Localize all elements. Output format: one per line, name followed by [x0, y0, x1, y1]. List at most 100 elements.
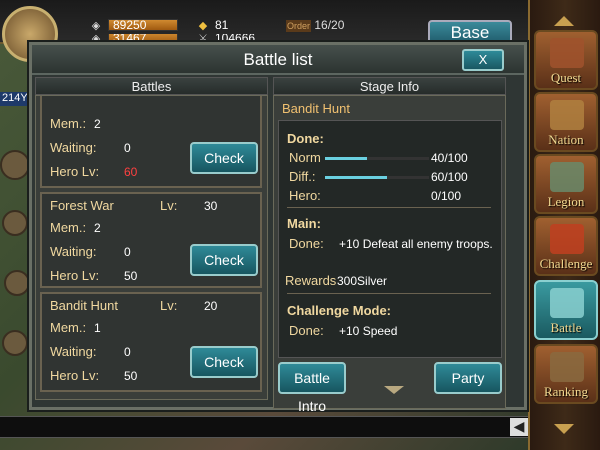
main-done-text: +10 Defeat all enemy troops.	[339, 237, 493, 251]
battle-card[interactable]: Forest War Lv: 30 Mem.: 2 Waiting: 0 Her…	[40, 192, 262, 288]
order-counter: Order 16/20	[286, 18, 344, 32]
waiting-label: Waiting:	[50, 244, 97, 259]
party-button[interactable]: Party	[434, 362, 502, 394]
waiting-label: Waiting:	[50, 140, 97, 155]
waiting-value: 0	[124, 345, 131, 359]
stage-details[interactable]: Done: Norm 40/100 Diff.: 60/100 Hero: 0/…	[278, 120, 502, 358]
order-value: 16/20	[314, 18, 345, 32]
rewards-label: Rewards	[285, 273, 337, 288]
sidebar-item-battle[interactable]: Battle	[534, 280, 598, 340]
food-icon: ◈	[91, 34, 101, 42]
sidebar-item-legion[interactable]: Legion	[534, 154, 598, 214]
hero-level-label: Hero Lv:	[50, 368, 100, 383]
challenge-done-label: Done:	[289, 323, 324, 338]
main-header: Main:	[287, 216, 321, 231]
check-button[interactable]: Check	[190, 142, 258, 174]
hero-level-label: Hero Lv:	[50, 164, 100, 179]
hero-level-label: Hero Lv:	[50, 268, 100, 283]
stage-info-header: Stage Info	[273, 77, 506, 95]
divider	[287, 207, 491, 208]
order-label: Order	[286, 20, 312, 32]
hero-level-value: 50	[124, 369, 138, 383]
sidebar-item-quest[interactable]: Quest	[534, 30, 598, 90]
battles-list[interactable]: Mem.: 2 Waiting: 0 Hero Lv: 60 Check For…	[35, 95, 268, 400]
chat-bar[interactable]	[0, 416, 528, 438]
sidebar-scroll-up-icon[interactable]	[554, 16, 574, 26]
silver-partial-resource: ◈ 31467	[88, 34, 178, 42]
check-button[interactable]: Check	[190, 346, 258, 378]
palace-icon	[550, 100, 584, 130]
members-label: Mem.:	[50, 116, 87, 131]
sidebar-item-label: Legion	[547, 194, 585, 209]
battles-header: Battles	[35, 77, 268, 95]
gold-partial-resource: ⚔ 104666	[195, 34, 255, 42]
sidebar-item-label: Challenge	[539, 256, 593, 271]
battle-list-dialog: Battle list X Battles Stage Info Mem.: 2…	[29, 42, 527, 414]
player-level-badge: 214Y	[0, 92, 32, 106]
sword-icon: ⚔	[198, 34, 208, 42]
sidebar-item-nation[interactable]: Nation	[534, 92, 598, 152]
stage-info-panel: Bandit Hunt Done: Norm 40/100 Diff.: 60/…	[273, 95, 506, 414]
check-button[interactable]: Check	[190, 244, 258, 276]
gold-icon: ◆	[198, 20, 208, 32]
divider	[287, 293, 491, 294]
members-value: 1	[94, 321, 101, 335]
map-building	[2, 210, 28, 236]
hero-level-value: 50	[124, 269, 138, 283]
sidebar-item-label: Battle	[550, 320, 582, 335]
map-building	[0, 150, 30, 180]
waiting-value: 0	[124, 141, 131, 155]
scroll-icon	[550, 38, 584, 68]
battle-name: Bandit Hunt	[50, 298, 118, 313]
members-value: 2	[94, 221, 101, 235]
dialog-title: Battle list	[32, 45, 524, 75]
norm-value: 40/100	[431, 151, 468, 165]
versus-icon	[550, 224, 584, 254]
level-value: 30	[204, 199, 218, 213]
level-value: 20	[204, 299, 218, 313]
hero-value: 0/100	[431, 189, 462, 203]
norm-progress-bar	[325, 157, 429, 160]
norm-progress-fill	[325, 157, 367, 160]
gold-partial-amount: 104666	[215, 34, 256, 42]
battle-intro-button[interactable]: Battle Intro	[278, 362, 346, 414]
crossed-axes-icon	[550, 288, 584, 318]
gold-resource: ◆ 81	[195, 18, 229, 32]
close-button[interactable]: X	[462, 49, 504, 71]
difficulty-progress-fill	[325, 176, 388, 179]
silver-partial-amount: 31467	[108, 34, 178, 42]
legion-icon	[550, 162, 584, 192]
map-building	[4, 270, 30, 296]
sidebar-item-label: Quest	[550, 70, 582, 85]
challenge-done-text: +10 Speed	[339, 324, 398, 338]
norm-label: Norm	[289, 150, 321, 165]
challenge-header: Challenge Mode:	[287, 303, 392, 318]
waiting-label: Waiting:	[50, 344, 97, 359]
level-label: Lv:	[160, 298, 178, 313]
stage-scroll-down-icon[interactable]	[384, 386, 404, 394]
chat-collapse-icon[interactable]: ◀	[510, 418, 528, 436]
silver-icon: ◈	[91, 20, 101, 32]
gold-amount: 81	[215, 18, 229, 32]
hero-level-value: 60	[124, 165, 138, 179]
difficulty-label: Diff.:	[289, 169, 316, 184]
sidebar-item-label: Nation	[548, 132, 584, 147]
main-done-label: Done:	[289, 236, 324, 251]
sidebar-item-ranking[interactable]: Ranking	[534, 344, 598, 404]
done-header: Done:	[287, 131, 324, 146]
silver-resource: ◈ 89250	[88, 18, 178, 32]
silver-amount: 89250	[108, 19, 178, 31]
sidebar-item-challenge[interactable]: Challenge	[534, 216, 598, 276]
ranking-icon	[550, 352, 584, 382]
waiting-value: 0	[124, 245, 131, 259]
members-value: 2	[94, 117, 101, 131]
hero-label: Hero:	[289, 188, 321, 203]
stage-name: Bandit Hunt	[282, 101, 350, 116]
rewards-value: 300Silver	[337, 274, 388, 288]
sidebar-scroll-down-icon[interactable]	[554, 424, 574, 434]
difficulty-progress-bar	[325, 176, 429, 179]
battle-card[interactable]: Mem.: 2 Waiting: 0 Hero Lv: 60 Check	[40, 96, 262, 188]
right-sidebar-menu: Quest Nation Legion Challenge Battle Ran…	[528, 0, 600, 450]
battle-card[interactable]: Bandit Hunt Lv: 20 Mem.: 1 Waiting: 0 He…	[40, 292, 262, 392]
difficulty-value: 60/100	[431, 170, 468, 184]
